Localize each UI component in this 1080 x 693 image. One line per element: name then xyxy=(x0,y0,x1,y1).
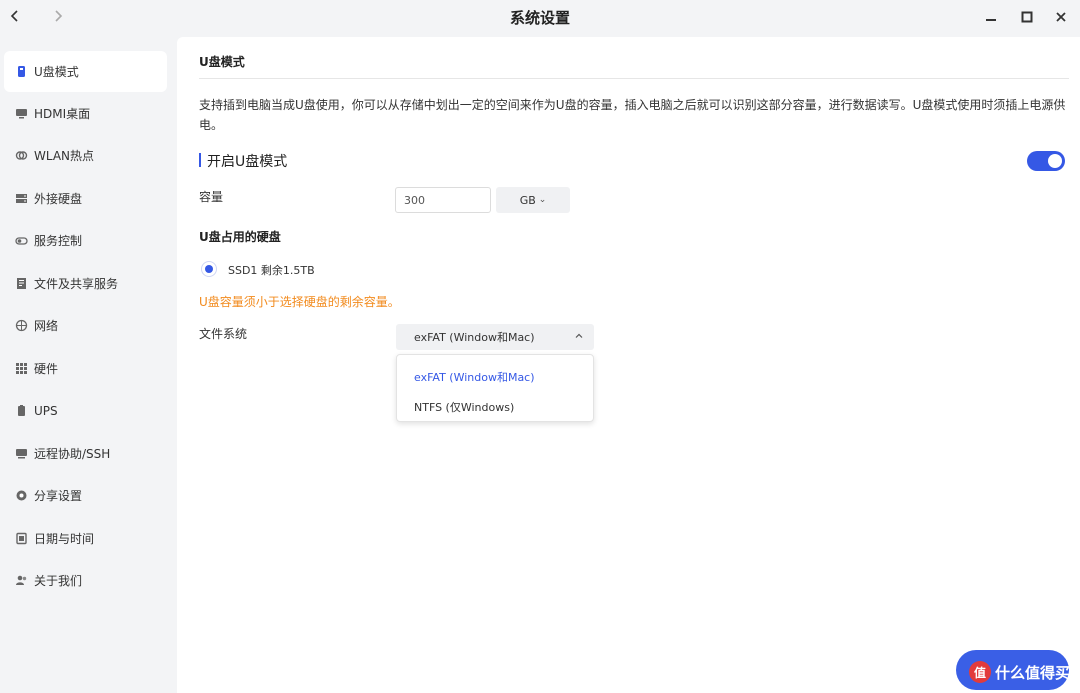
sidebar-item-hdmi-desktop[interactable]: HDMI桌面 xyxy=(4,93,167,134)
wifi-hotspot-icon xyxy=(14,149,28,163)
sidebar-item-ups[interactable]: UPS xyxy=(4,390,167,431)
battery-icon xyxy=(14,404,28,418)
sidebar-item-network[interactable]: 网络 xyxy=(4,305,167,346)
sidebar-item-label: 服务控制 xyxy=(34,234,83,248)
watermark-logo: 值 xyxy=(968,661,991,683)
disk-section-title: U盘占用的硬盘 xyxy=(199,230,281,244)
accent-bar xyxy=(199,153,201,167)
usb-drive-icon xyxy=(14,65,28,79)
enable-usb-mode-row: 开启U盘模式 xyxy=(199,149,1065,173)
monitor-icon xyxy=(14,107,28,121)
sidebar-item-file-share[interactable]: 文件及共享服务 xyxy=(4,263,167,304)
globe-icon xyxy=(14,319,28,333)
disk-radio-ssd1[interactable] xyxy=(201,261,217,277)
sidebar-item-label: HDMI桌面 xyxy=(34,107,91,121)
sidebar-item-remote-ssh[interactable]: 远程协助/SSH xyxy=(4,433,167,474)
filesystem-dropdown: exFAT (Window和Mac) NTFS (仅Windows) xyxy=(396,354,594,422)
file-share-icon xyxy=(14,277,28,291)
sidebar-item-label: 文件及共享服务 xyxy=(34,277,119,291)
filesystem-option-ntfs[interactable]: NTFS (仅Windows) xyxy=(414,399,514,415)
filesystem-selected-value: exFAT (Window和Mac) xyxy=(414,331,535,344)
close-icon xyxy=(1056,12,1066,22)
section-divider xyxy=(199,78,1069,79)
capacity-label: 容量 xyxy=(199,190,224,204)
toggle-switch-icon xyxy=(14,234,28,248)
capacity-unit-value: GB xyxy=(519,193,536,207)
calendar-icon xyxy=(14,532,28,546)
watermark: 值 什么值得买 xyxy=(968,661,1070,683)
disk-option-label: SSD1 剩余1.5TB xyxy=(228,264,315,277)
minimize-icon xyxy=(986,19,996,21)
sidebar-item-wlan-hotspot[interactable]: WLAN热点 xyxy=(4,135,167,176)
sidebar-item-label: 远程协助/SSH xyxy=(34,447,111,461)
description-text: 支持插到电脑当成U盘使用，你可以从存储中划出一定的空间来作为U盘的容量，插入电脑… xyxy=(199,98,1066,132)
sidebar-item-usb-mode[interactable]: U盘模式 xyxy=(4,51,167,92)
sidebar-item-label: 关于我们 xyxy=(34,574,83,588)
sidebar-item-external-disk[interactable]: 外接硬盘 xyxy=(4,178,167,219)
enable-usb-mode-label: 开启U盘模式 xyxy=(207,154,288,170)
sidebar-item-service-control[interactable]: 服务控制 xyxy=(4,220,167,261)
filesystem-label: 文件系统 xyxy=(199,327,248,341)
settings-panel: U盘模式 支持插到电脑当成U盘使用，你可以从存储中划出一定的空间来作为U盘的容量… xyxy=(177,37,1080,693)
capacity-unit-select[interactable]: GB ⌄ xyxy=(496,187,570,213)
sidebar-item-about-us[interactable]: 关于我们 xyxy=(4,560,167,601)
users-icon xyxy=(14,574,28,588)
chevron-up-icon xyxy=(575,333,583,338)
sidebar-item-label: U盘模式 xyxy=(34,65,79,79)
sidebar-item-hardware[interactable]: 硬件 xyxy=(4,348,167,389)
watermark-text: 什么值得买 xyxy=(994,663,1070,682)
enable-usb-mode-toggle[interactable] xyxy=(1027,151,1065,171)
window-title: 系统设置 xyxy=(509,9,570,27)
sidebar-item-label: 外接硬盘 xyxy=(34,192,83,206)
minimize-button[interactable] xyxy=(980,6,1002,28)
section-title: U盘模式 xyxy=(199,55,245,69)
share-icon xyxy=(14,489,28,503)
filesystem-select[interactable]: exFAT (Window和Mac) xyxy=(396,324,594,350)
sidebar-item-label: UPS xyxy=(34,403,58,418)
maximize-button[interactable] xyxy=(1016,6,1038,28)
filesystem-option-exfat[interactable]: exFAT (Window和Mac) xyxy=(414,369,535,385)
title-bar: 系统设置 xyxy=(0,0,1080,34)
chevron-down-icon: ⌄ xyxy=(538,195,547,205)
toggle-knob xyxy=(1048,154,1062,168)
sidebar-item-label: 分享设置 xyxy=(34,489,83,503)
sidebar: U盘模式 HDMI桌面 WLAN热点 外接硬盘 服务控制 文件及共享服务 网络 … xyxy=(0,34,176,693)
sidebar-item-label: 日期与时间 xyxy=(34,532,95,546)
external-disk-icon xyxy=(14,192,28,206)
capacity-input[interactable] xyxy=(395,187,491,213)
sidebar-item-date-time[interactable]: 日期与时间 xyxy=(4,518,167,559)
sidebar-item-share-settings[interactable]: 分享设置 xyxy=(4,475,167,516)
sidebar-item-label: 硬件 xyxy=(34,362,59,376)
maximize-icon xyxy=(1021,11,1033,23)
radio-dot xyxy=(205,265,213,273)
grid-icon xyxy=(14,362,28,376)
sidebar-item-label: 网络 xyxy=(34,319,59,333)
capacity-warning: U盘容量须小于选择硬盘的剩余容量。 xyxy=(199,295,400,309)
sidebar-item-label: WLAN热点 xyxy=(34,149,95,163)
remote-screen-icon xyxy=(14,447,28,461)
close-button[interactable] xyxy=(1050,6,1072,28)
